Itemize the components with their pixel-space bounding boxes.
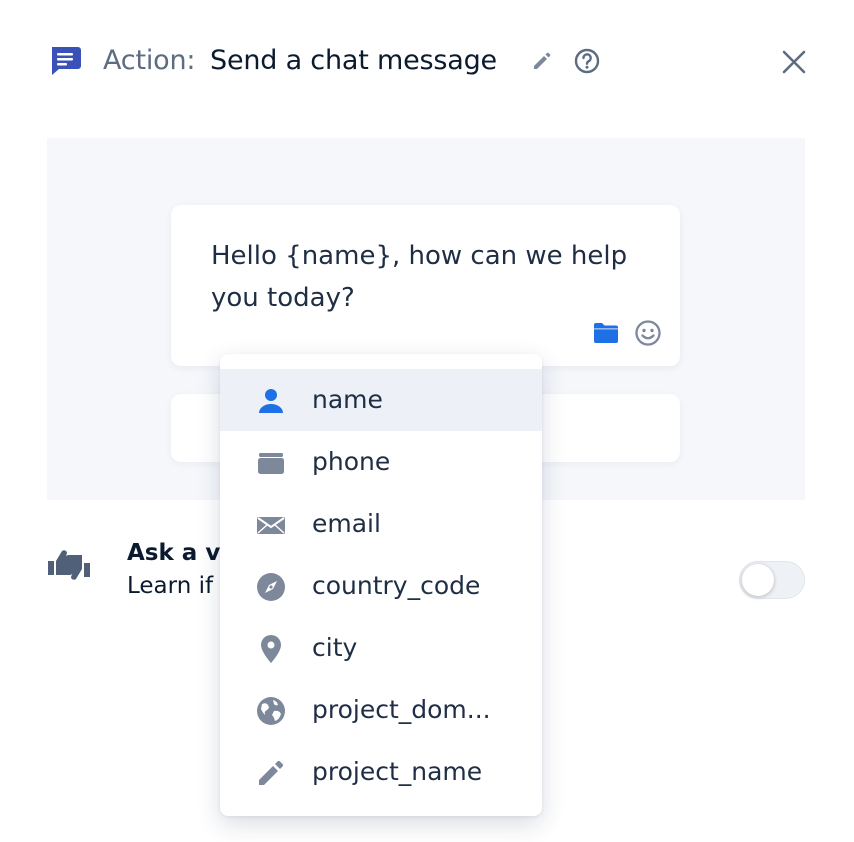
globe-icon <box>257 697 285 725</box>
folder-icon[interactable] <box>593 321 619 345</box>
variable-dropdown: name phone email country_code city proje… <box>220 354 542 816</box>
dropdown-item-project-domain[interactable]: project_dom... <box>220 679 542 741</box>
email-icon <box>257 517 285 534</box>
message-text[interactable]: Hello {name}, how can we help you today? <box>211 235 651 319</box>
header: Action: Send a chat message <box>48 40 814 84</box>
compass-icon <box>257 573 285 601</box>
emoji-smile-icon[interactable] <box>634 319 662 347</box>
help-icon[interactable] <box>573 47 601 75</box>
rating-toggle[interactable] <box>739 561 805 599</box>
dropdown-item-label: email <box>312 509 381 538</box>
dropdown-item-label: phone <box>312 447 391 476</box>
dropdown-item-label: project_dom... <box>312 695 491 724</box>
chat-message-icon <box>52 47 81 75</box>
dropdown-item-label: country_code <box>312 571 481 600</box>
close-icon[interactable] <box>780 48 808 76</box>
dropdown-item-label: name <box>312 385 383 414</box>
pencil-icon <box>259 760 284 785</box>
toggle-knob <box>742 564 774 596</box>
action-panel: Action: Send a chat message Hello {name}… <box>0 0 854 842</box>
thumbs-up-down-icon <box>48 550 90 580</box>
dropdown-item-country-code[interactable]: country_code <box>220 555 542 617</box>
dropdown-item-phone[interactable]: phone <box>220 431 542 493</box>
dropdown-item-label: project_name <box>312 757 483 786</box>
phone-icon <box>258 453 284 474</box>
dropdown-item-email[interactable]: email <box>220 493 542 555</box>
dropdown-item-project-name[interactable]: project_name <box>220 741 542 803</box>
message-card[interactable]: Hello {name}, how can we help you today? <box>171 205 680 366</box>
dropdown-item-name[interactable]: name <box>220 369 542 431</box>
dropdown-item-city[interactable]: city <box>220 617 542 679</box>
rating-description: Learn if <box>127 573 214 599</box>
dropdown-item-label: city <box>312 633 358 662</box>
action-label: Action: <box>103 45 196 76</box>
edit-pencil-icon[interactable] <box>531 50 553 72</box>
location-pin-icon <box>261 635 281 663</box>
person-icon <box>259 389 283 413</box>
page-title: Send a chat message <box>210 45 497 76</box>
